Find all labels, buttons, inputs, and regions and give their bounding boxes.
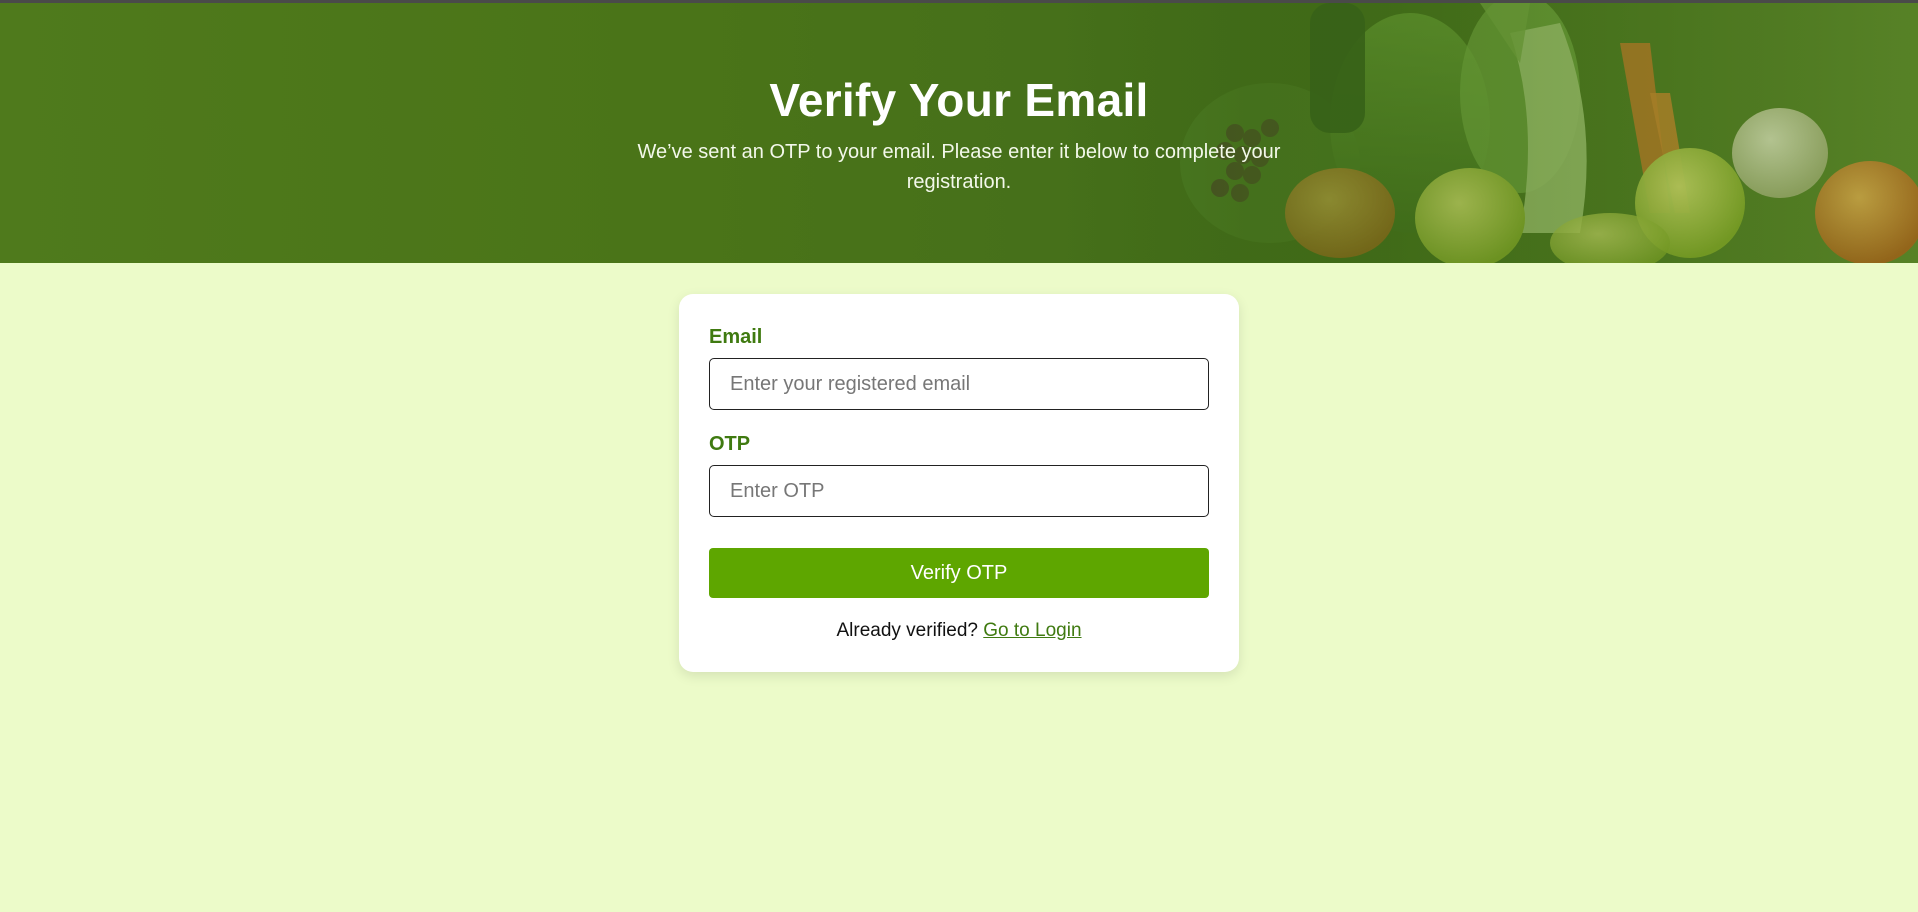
go-to-login-link[interactable]: Go to Login	[983, 620, 1081, 641]
email-label: Email	[709, 326, 763, 348]
page-title: Verify Your Email	[769, 74, 1149, 126]
page-subtitle: We’ve sent an OTP to your email. Please …	[637, 141, 1281, 193]
login-prompt: Already verified? Go to Login	[679, 620, 1239, 642]
verify-form-card: Email OTP Verify OTP Already verified? G…	[679, 294, 1239, 672]
otp-input[interactable]	[709, 465, 1209, 517]
already-verified-text: Already verified?	[836, 620, 978, 641]
otp-label: OTP	[709, 433, 751, 455]
email-input[interactable]	[709, 358, 1209, 410]
hero-overlay	[0, 3, 1918, 263]
verify-otp-button[interactable]: Verify OTP	[709, 548, 1209, 598]
hero-banner: Verify Your Email We’ve sent an OTP to y…	[0, 3, 1918, 263]
